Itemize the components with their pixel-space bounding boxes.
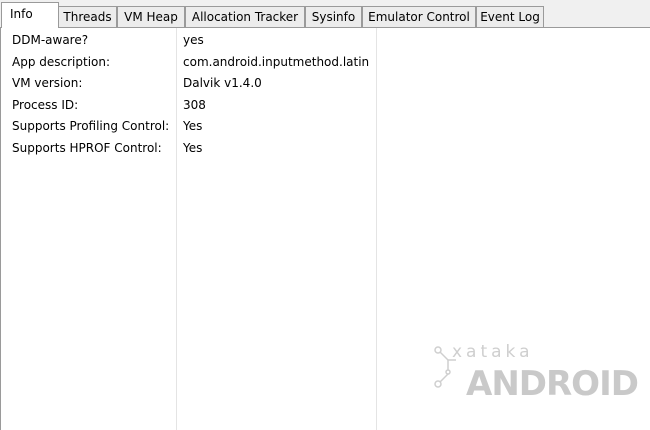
info-table: DDM-aware? yes App description: com.andr…: [0, 30, 650, 159]
info-label-hprof-control: Supports HPROF Control:: [12, 140, 162, 155]
info-label-ddm-aware: DDM-aware?: [12, 33, 89, 47]
table-row: VM version: Dalvik v1.4.0: [0, 73, 650, 95]
table-row: Supports HPROF Control: Yes: [0, 138, 650, 160]
tab-vm-heap[interactable]: VM Heap: [117, 6, 185, 27]
tab-event-log[interactable]: Event Log: [476, 6, 544, 27]
info-value-process-id: 308: [183, 97, 206, 112]
info-label-process-id: Process ID:: [12, 97, 79, 112]
tab-bar-divider: [0, 27, 650, 28]
tab-info[interactable]: Info: [1, 2, 59, 28]
watermark-text-xataka: xataka: [452, 342, 534, 362]
tab-threads[interactable]: Threads: [58, 6, 117, 27]
tab-bar: Info Threads VM Heap Allocation Tracker …: [0, 0, 650, 28]
table-row: Process ID: 308: [0, 95, 650, 117]
tab-emulator-control[interactable]: Emulator Control: [362, 6, 476, 27]
info-label-app-description: App description:: [12, 54, 111, 69]
table-row: App description: com.android.inputmethod…: [0, 52, 650, 74]
watermark-text-android: ANDROID: [466, 364, 639, 404]
tab-sysinfo[interactable]: Sysinfo: [305, 6, 362, 27]
table-row: Supports Profiling Control: Yes: [0, 116, 650, 138]
info-label-vm-version: VM version:: [12, 76, 83, 90]
tab-allocation-tracker[interactable]: Allocation Tracker: [185, 6, 305, 27]
watermark-logo: xataka ANDROID: [432, 342, 639, 412]
table-row: DDM-aware? yes: [0, 30, 650, 52]
info-value-hprof-control: Yes: [183, 140, 203, 155]
info-label-profiling-control: Supports Profiling Control:: [12, 119, 170, 133]
info-value-vm-version: Dalvik v1.4.0: [183, 76, 262, 90]
info-value-profiling-control: Yes: [183, 119, 203, 133]
info-value-app-description: com.android.inputmethod.latin: [183, 54, 370, 69]
info-value-ddm-aware: yes: [183, 33, 204, 47]
